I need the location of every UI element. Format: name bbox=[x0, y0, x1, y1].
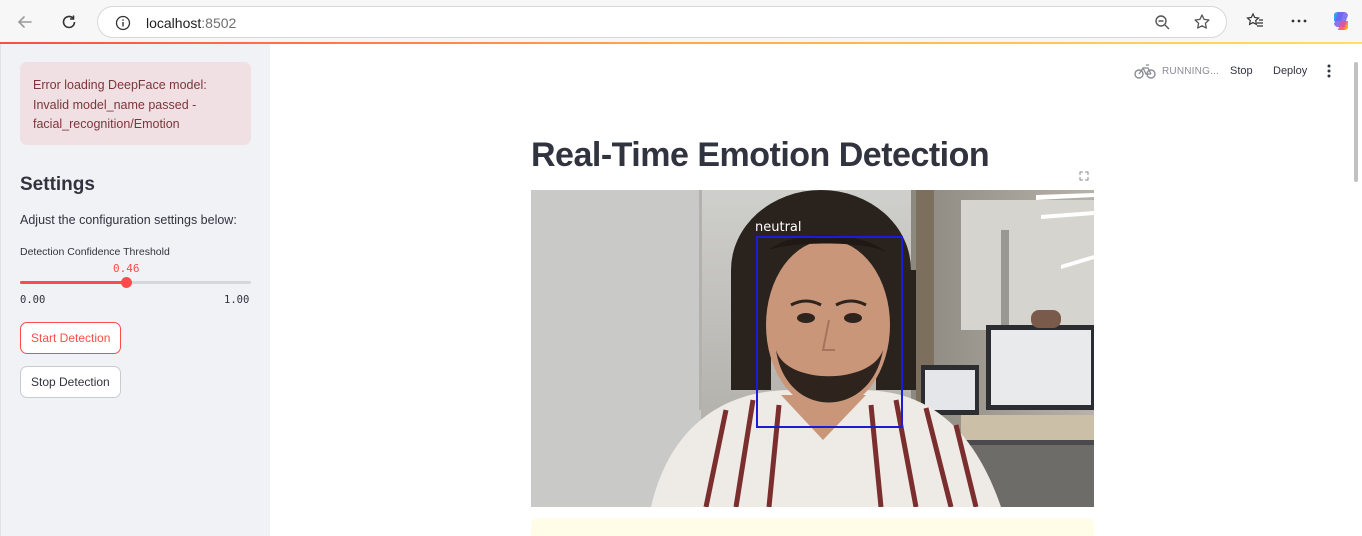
back-button[interactable] bbox=[12, 9, 38, 35]
settings-heading: Settings bbox=[20, 174, 95, 195]
slider-min-label: 0.00 bbox=[20, 294, 46, 306]
emotion-label: neutral bbox=[755, 220, 802, 235]
favorites-icon[interactable] bbox=[1246, 12, 1264, 30]
confidence-slider-label: Detection Confidence Threshold bbox=[20, 246, 170, 258]
start-detection-button[interactable]: Start Detection bbox=[20, 322, 122, 354]
settings-description: Adjust the configuration settings below: bbox=[20, 213, 237, 227]
deploy-button[interactable]: Deploy bbox=[1273, 62, 1307, 80]
page-title: Real-Time Emotion Detection bbox=[531, 136, 990, 174]
fullscreen-button[interactable] bbox=[1075, 167, 1093, 185]
fullscreen-icon bbox=[1079, 171, 1089, 181]
reload-button[interactable] bbox=[56, 9, 82, 35]
browser-toolbar: localhost:8502 bbox=[0, 0, 1362, 42]
main-menu-button[interactable] bbox=[1322, 62, 1336, 80]
stop-detection-button[interactable]: Stop Detection bbox=[20, 366, 121, 398]
url-host: localhost bbox=[146, 15, 202, 31]
address-bar[interactable]: localhost:8502 bbox=[97, 6, 1227, 38]
running-status-text: RUNNING... bbox=[1162, 65, 1219, 77]
slider-fill bbox=[20, 281, 127, 284]
favorite-star-icon[interactable] bbox=[1193, 13, 1211, 31]
more-options-icon[interactable] bbox=[1290, 12, 1308, 30]
url-text: localhost:8502 bbox=[146, 15, 236, 31]
bicycle-icon bbox=[1134, 64, 1156, 79]
copilot-icon[interactable] bbox=[1330, 10, 1352, 32]
stop-app-button[interactable]: Stop bbox=[1230, 62, 1253, 80]
reload-icon bbox=[62, 15, 76, 29]
url-port: :8502 bbox=[201, 15, 237, 31]
confidence-slider[interactable] bbox=[20, 277, 251, 288]
error-message: Error loading DeepFace model: Invalid mo… bbox=[33, 78, 207, 131]
confidence-slider-value: 0.46 bbox=[113, 262, 140, 275]
scrollbar[interactable] bbox=[1354, 62, 1358, 182]
back-arrow-icon bbox=[17, 16, 32, 28]
vertical-dots-icon bbox=[1327, 64, 1331, 78]
running-status: RUNNING... bbox=[1134, 62, 1219, 80]
site-info-icon bbox=[115, 15, 131, 31]
camera-feed: neutral bbox=[531, 190, 1094, 507]
slider-max-label: 1.00 bbox=[224, 294, 250, 306]
face-bounding-box bbox=[756, 236, 903, 428]
zoom-icon[interactable] bbox=[1154, 14, 1171, 31]
warning-box bbox=[531, 518, 1094, 536]
error-alert: Error loading DeepFace model: Invalid mo… bbox=[20, 62, 251, 145]
